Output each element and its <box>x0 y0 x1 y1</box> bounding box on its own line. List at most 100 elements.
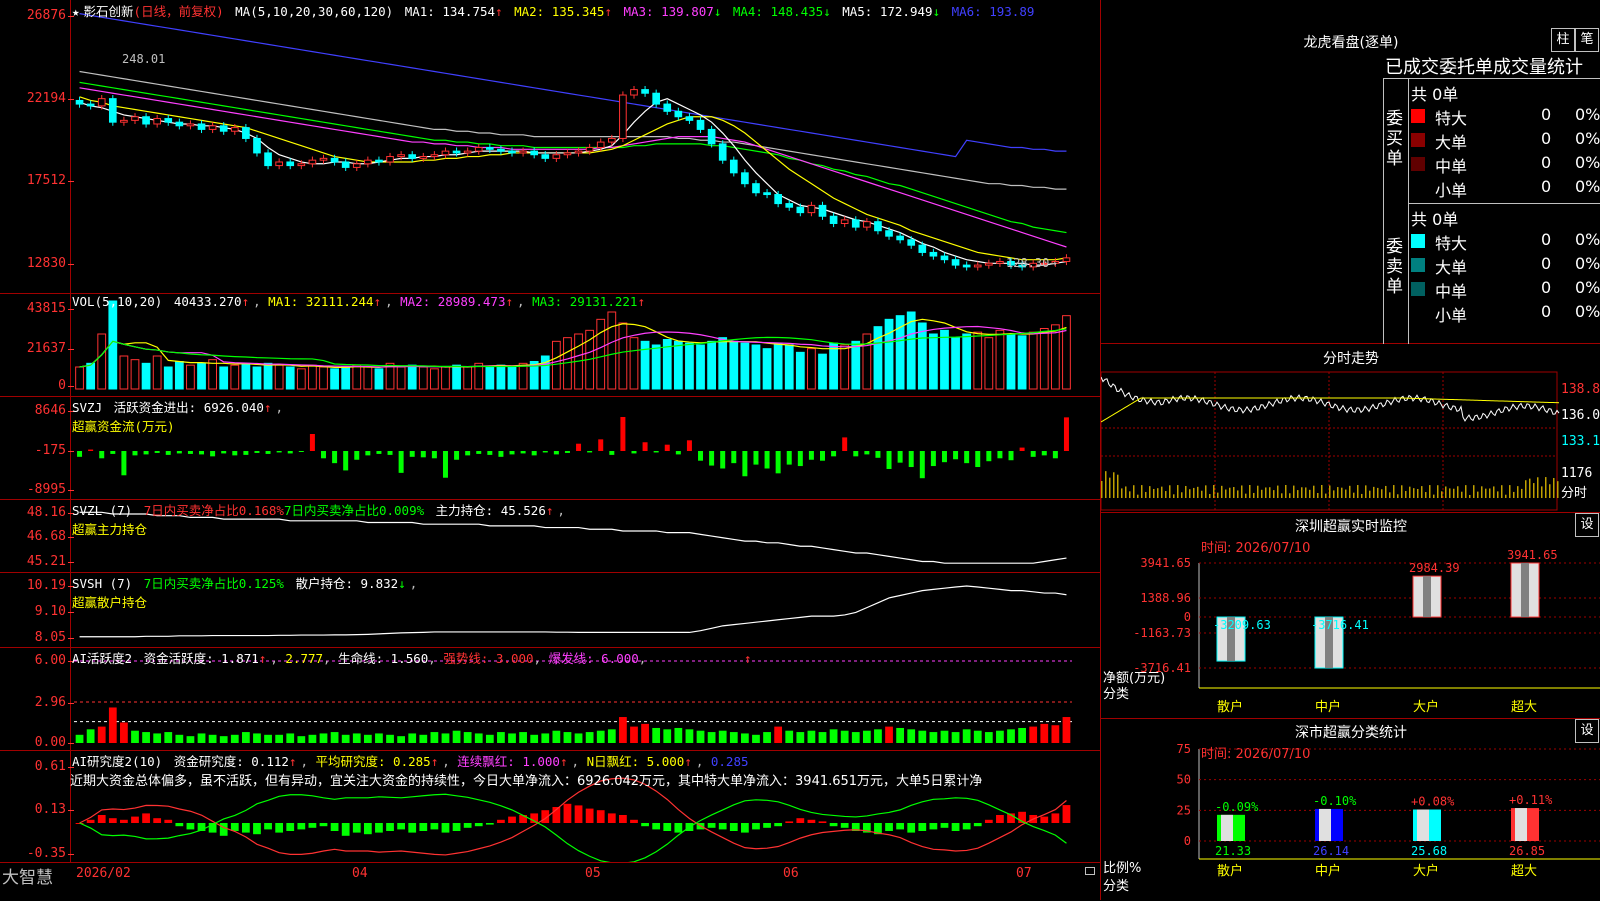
ma3-arrow: ↓ <box>713 4 722 19</box>
intraday-vol-bar <box>1509 485 1511 498</box>
intraday-vol-bar <box>1193 487 1195 498</box>
trade-view-button[interactable]: 笔 <box>1575 28 1599 52</box>
flow-bar <box>210 451 216 457</box>
candle <box>208 125 217 130</box>
research-bar <box>840 823 849 828</box>
intraday-vol-bar <box>1369 490 1371 498</box>
active-bar <box>430 732 439 743</box>
flow-bar <box>110 451 116 454</box>
research-bar <box>497 819 505 823</box>
intraday-vol-bar <box>1421 486 1423 498</box>
research-bar <box>120 819 128 823</box>
volume-bar <box>551 340 561 390</box>
kline-pane[interactable]: 26876 22194 17512 12830 ★ 影石创新(日线，前复权) MA… <box>0 0 1100 294</box>
intraday-vol-bar <box>1265 487 1267 498</box>
ma5-line <box>79 70 1067 190</box>
intraday-vol-bar <box>1141 485 1143 498</box>
intraday-vol-bar <box>1225 489 1227 498</box>
order-type: 大单 <box>1435 133 1468 152</box>
ai-active-pane[interactable]: 6.00 2.96 0.00 AI活跃度2 资金活跃度: 1.871↑, 2.7… <box>0 647 1100 751</box>
intraday-ytick: 133.1 <box>1561 434 1600 449</box>
volume-bar <box>929 333 938 390</box>
candle <box>574 150 583 154</box>
intraday-vol-bar <box>1449 488 1451 498</box>
candle <box>752 183 760 194</box>
intraday-price-line <box>1101 376 1560 422</box>
active-bar <box>663 729 672 743</box>
intraday-vol-bar <box>1173 494 1175 498</box>
candle <box>86 103 95 107</box>
intraday-chart[interactable] <box>1101 344 1600 512</box>
volume-bar <box>685 342 694 390</box>
monitor-category: 散户 <box>1217 699 1243 715</box>
candle <box>663 103 672 112</box>
active-bar <box>851 732 860 743</box>
order-pct: 0% <box>1575 302 1600 321</box>
intraday-vol-bar <box>1169 485 1171 498</box>
volume-bar <box>130 359 140 390</box>
order-row: 大单 0 0% <box>1411 254 1600 277</box>
active-bar <box>973 730 982 743</box>
svsh-pane[interactable]: 10.19 9.10 8.05 SVSH (7) 7日内买卖净占比0.125% … <box>0 572 1100 648</box>
intraday-vol-bar <box>1341 487 1343 498</box>
svzj-pane[interactable]: 8646 -175 -8995 SVZJ 活跃资金进出: 6926.040↑, … <box>0 396 1100 500</box>
intraday-vol-bar <box>1401 485 1403 498</box>
monitor-category: 大户 <box>1413 699 1439 715</box>
candle <box>696 119 705 130</box>
active-bar <box>1040 723 1049 743</box>
intraday-vol-bar <box>1489 488 1491 498</box>
intraday-vol-bar <box>1477 491 1479 498</box>
ai-research-pane[interactable]: 0.61 0.13 -0.35 AI研究度2(10) 资金研究度: 0.112↑… <box>0 750 1100 862</box>
active-bar <box>818 732 827 743</box>
active-bar <box>275 734 284 743</box>
flow-bar <box>742 451 748 477</box>
flow-bar <box>941 451 947 463</box>
order-type: 大单 <box>1435 258 1468 277</box>
candle <box>874 221 882 232</box>
color-swatch-icon <box>1411 258 1425 272</box>
ma-params: MA(5,10,20,30,60,120) <box>235 4 394 19</box>
vol-ma2-arrow: ↑ <box>505 294 514 309</box>
volume-bar <box>873 326 883 390</box>
volume-bar <box>895 315 905 390</box>
volume-pane[interactable]: 43815 21637 0 VOL(5,10,20) 40433.270↑, M… <box>0 293 1100 397</box>
intraday-vol-bar <box>1161 486 1163 498</box>
research-bar <box>674 823 683 833</box>
research-bar <box>763 823 771 828</box>
volume-bar <box>330 368 339 390</box>
research-bar <box>996 815 1004 823</box>
strong-line-value: 强势线: 3.000 <box>443 651 534 666</box>
intraday-panel[interactable]: 分时走势 138.8 136.0 133.1 1176 分时 <box>1100 344 1600 513</box>
ai-research-label: AI研究度2(10) <box>72 754 163 769</box>
favorite-star-icon[interactable]: ★ <box>72 4 80 19</box>
lock-icon[interactable] <box>1085 867 1095 875</box>
flow-bar <box>176 451 182 454</box>
research-bar <box>885 823 893 831</box>
intraday-vol-bar <box>1109 477 1111 498</box>
volume-bar <box>773 342 783 390</box>
order-row: 小单 0 0% <box>1411 177 1600 200</box>
intraday-vol-bar <box>1497 491 1499 498</box>
svzj-subtitle: 超赢资金流(万元) <box>72 419 175 434</box>
svzj-arrow: ↑ <box>263 400 272 415</box>
intraday-vol-bar <box>1117 474 1119 498</box>
active-bar <box>197 733 206 743</box>
intraday-vol-bar <box>1537 477 1539 498</box>
flow-bar <box>953 451 959 460</box>
brand-logo[interactable]: 大智慧 <box>2 863 53 888</box>
candle <box>619 94 627 139</box>
order-pct: 0% <box>1575 177 1600 196</box>
kline-chart[interactable] <box>0 0 1100 293</box>
flow-bar <box>1019 447 1025 451</box>
period-label[interactable]: (日线，前复权) <box>134 4 224 19</box>
active-bar <box>519 732 527 743</box>
flow-bar <box>1030 451 1036 457</box>
flow-bar <box>587 451 593 453</box>
svzj-header: SVZJ 活跃资金进出: 6926.040↑, 超赢资金流(万元) <box>72 400 283 434</box>
svzl-pane[interactable]: 48.16 46.68 45.21 SVZL (7) 7日内买卖净占比0.168… <box>0 499 1100 573</box>
intraday-vol-bar <box>1281 493 1283 498</box>
flow-bar <box>964 451 970 464</box>
n-day-red-value: N日飘红: 5.000 <box>586 754 685 769</box>
bar-view-button[interactable]: 柱 <box>1551 28 1575 52</box>
flow-bar <box>476 451 482 454</box>
